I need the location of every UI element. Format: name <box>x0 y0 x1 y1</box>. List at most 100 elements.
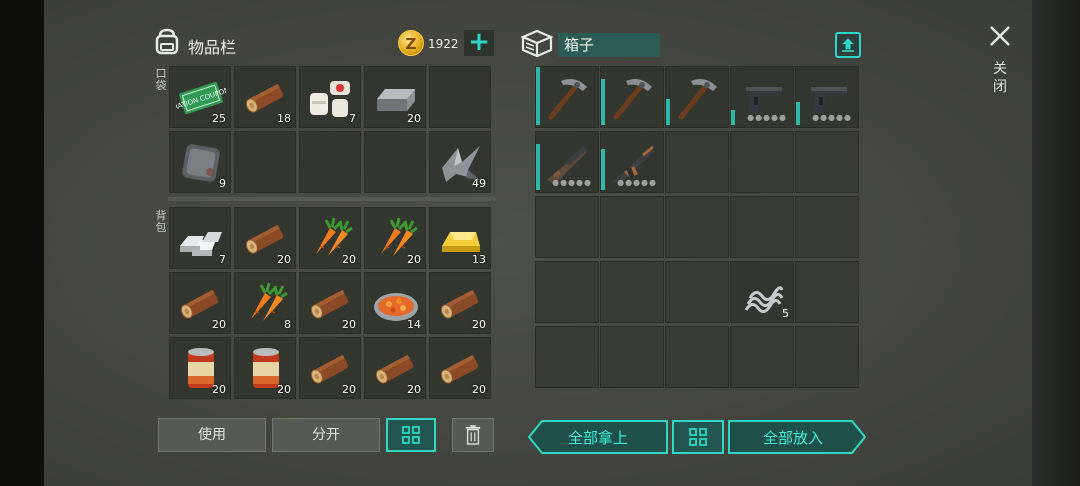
durability-bar <box>796 102 800 125</box>
item-quantity: 14 <box>407 318 421 331</box>
item-quantity: 9 <box>219 177 226 190</box>
item-quantity: 20 <box>342 253 356 266</box>
backpack-slot[interactable]: 13 <box>429 207 491 269</box>
item-quantity: 20 <box>472 318 486 331</box>
backpack-slot[interactable]: 14 <box>364 272 426 334</box>
durability-bar <box>666 99 670 125</box>
sort-button-left[interactable] <box>386 418 436 452</box>
box-slot[interactable]: ●●●●● <box>535 131 599 193</box>
backpack-slot[interactable]: 20 <box>234 207 296 269</box>
item-quantity: 7 <box>219 253 226 266</box>
backpack-slot[interactable]: 20 <box>169 337 231 399</box>
item-quantity: 20 <box>277 253 291 266</box>
trash-icon <box>465 425 481 445</box>
close-icon[interactable] <box>986 22 1014 50</box>
backpack-slot[interactable]: 20 <box>234 337 296 399</box>
item-quantity: 20 <box>212 318 226 331</box>
box-slot[interactable] <box>730 196 794 258</box>
item-quantity: 20 <box>212 383 226 396</box>
backpack-slot[interactable]: 8 <box>234 272 296 334</box>
box-slot[interactable] <box>600 66 664 128</box>
backpack-slot[interactable]: 20 <box>169 272 231 334</box>
box-slot[interactable] <box>795 261 859 323</box>
item-quantity: 20 <box>277 383 291 396</box>
item-quantity: 20 <box>342 318 356 331</box>
pocket-slot[interactable]: 7 <box>299 66 361 128</box>
spring-icon <box>744 286 784 313</box>
box-slot[interactable] <box>535 261 599 323</box>
box-slot[interactable] <box>665 66 729 128</box>
ammo-dots: ●●●●● <box>617 178 657 187</box>
box-slot[interactable] <box>665 196 729 258</box>
box-slot[interactable] <box>730 326 794 388</box>
box-slot[interactable] <box>535 196 599 258</box>
split-button[interactable]: 分开 <box>272 418 380 452</box>
ammo-dots: ●●●●● <box>552 178 592 187</box>
box-slot[interactable] <box>665 261 729 323</box>
item-quantity: 20 <box>407 112 421 125</box>
item-quantity: 7 <box>349 112 356 125</box>
durability-bar <box>601 79 605 125</box>
box-slot[interactable] <box>665 131 729 193</box>
backpack-slot[interactable]: 20 <box>299 272 361 334</box>
ammo-dots: ●●●●● <box>747 113 787 122</box>
section-divider <box>168 197 496 201</box>
pocket-slot[interactable]: 20 <box>364 66 426 128</box>
close-label[interactable]: 关闭 <box>992 60 1008 96</box>
box-slot[interactable] <box>795 196 859 258</box>
box-slot[interactable] <box>665 326 729 388</box>
pickaxe-icon <box>678 79 717 120</box>
backpack-slot[interactable]: 20 <box>299 337 361 399</box>
backpack-label: 背包 <box>155 209 167 234</box>
backpack-slot[interactable]: 7 <box>169 207 231 269</box>
box-slot[interactable] <box>795 131 859 193</box>
trash-button[interactable] <box>452 418 494 452</box>
grid-sort-icon <box>402 426 420 444</box>
item-quantity: 18 <box>277 112 291 125</box>
box-slot[interactable]: ●●●●● <box>730 66 794 128</box>
box-slot[interactable]: ●●●●● <box>600 131 664 193</box>
pocket-slot[interactable]: 49 <box>429 131 491 193</box>
pocket-slot[interactable] <box>299 131 361 193</box>
use-button[interactable]: 使用 <box>158 418 266 452</box>
box-title: 箱子 <box>558 33 660 57</box>
storage-box-icon <box>520 29 554 58</box>
grid-sort-icon <box>689 428 707 446</box>
screen-edge-left <box>0 0 44 486</box>
durability-bar <box>536 67 540 125</box>
ammo-dots: ●●●●● <box>812 113 852 122</box>
box-slot[interactable] <box>600 261 664 323</box>
pocket-slot[interactable] <box>429 66 491 128</box>
backpack-slot[interactable]: 20 <box>429 337 491 399</box>
box-slot[interactable] <box>535 326 599 388</box>
box-slot[interactable]: 5 <box>730 261 794 323</box>
add-coins-button[interactable]: + <box>464 29 494 56</box>
pocket-slot[interactable] <box>364 131 426 193</box>
backpack-slot[interactable]: 20 <box>299 207 361 269</box>
backpack-slot[interactable]: 20 <box>429 272 491 334</box>
sort-button-right[interactable] <box>672 420 724 454</box>
item-quantity: 25 <box>212 112 226 125</box>
item-quantity: 20 <box>472 383 486 396</box>
backpack-slot[interactable]: 20 <box>364 207 426 269</box>
box-slot[interactable] <box>600 326 664 388</box>
box-slot[interactable] <box>795 326 859 388</box>
backpack-slot[interactable]: 20 <box>364 337 426 399</box>
coin-icon: Z <box>398 30 424 56</box>
take-all-label[interactable]: 全部拿上 <box>528 420 668 454</box>
pocket-slot[interactable]: 18 <box>234 66 296 128</box>
pocket-label: 口袋 <box>155 67 167 92</box>
durability-bar <box>536 144 540 190</box>
box-slot[interactable] <box>535 66 599 128</box>
pocket-slot[interactable]: 9 <box>169 131 231 193</box>
upload-icon[interactable] <box>835 32 861 58</box>
durability-bar <box>601 149 605 190</box>
item-quantity: 20 <box>407 383 421 396</box>
box-slot[interactable] <box>730 131 794 193</box>
pocket-slot[interactable] <box>234 131 296 193</box>
box-slot[interactable]: ●●●●● <box>795 66 859 128</box>
box-slot[interactable] <box>600 196 664 258</box>
put-all-label[interactable]: 全部放入 <box>728 420 858 454</box>
pocket-slot[interactable]: RATION COUPON 25 <box>169 66 231 128</box>
item-quantity: 20 <box>407 253 421 266</box>
